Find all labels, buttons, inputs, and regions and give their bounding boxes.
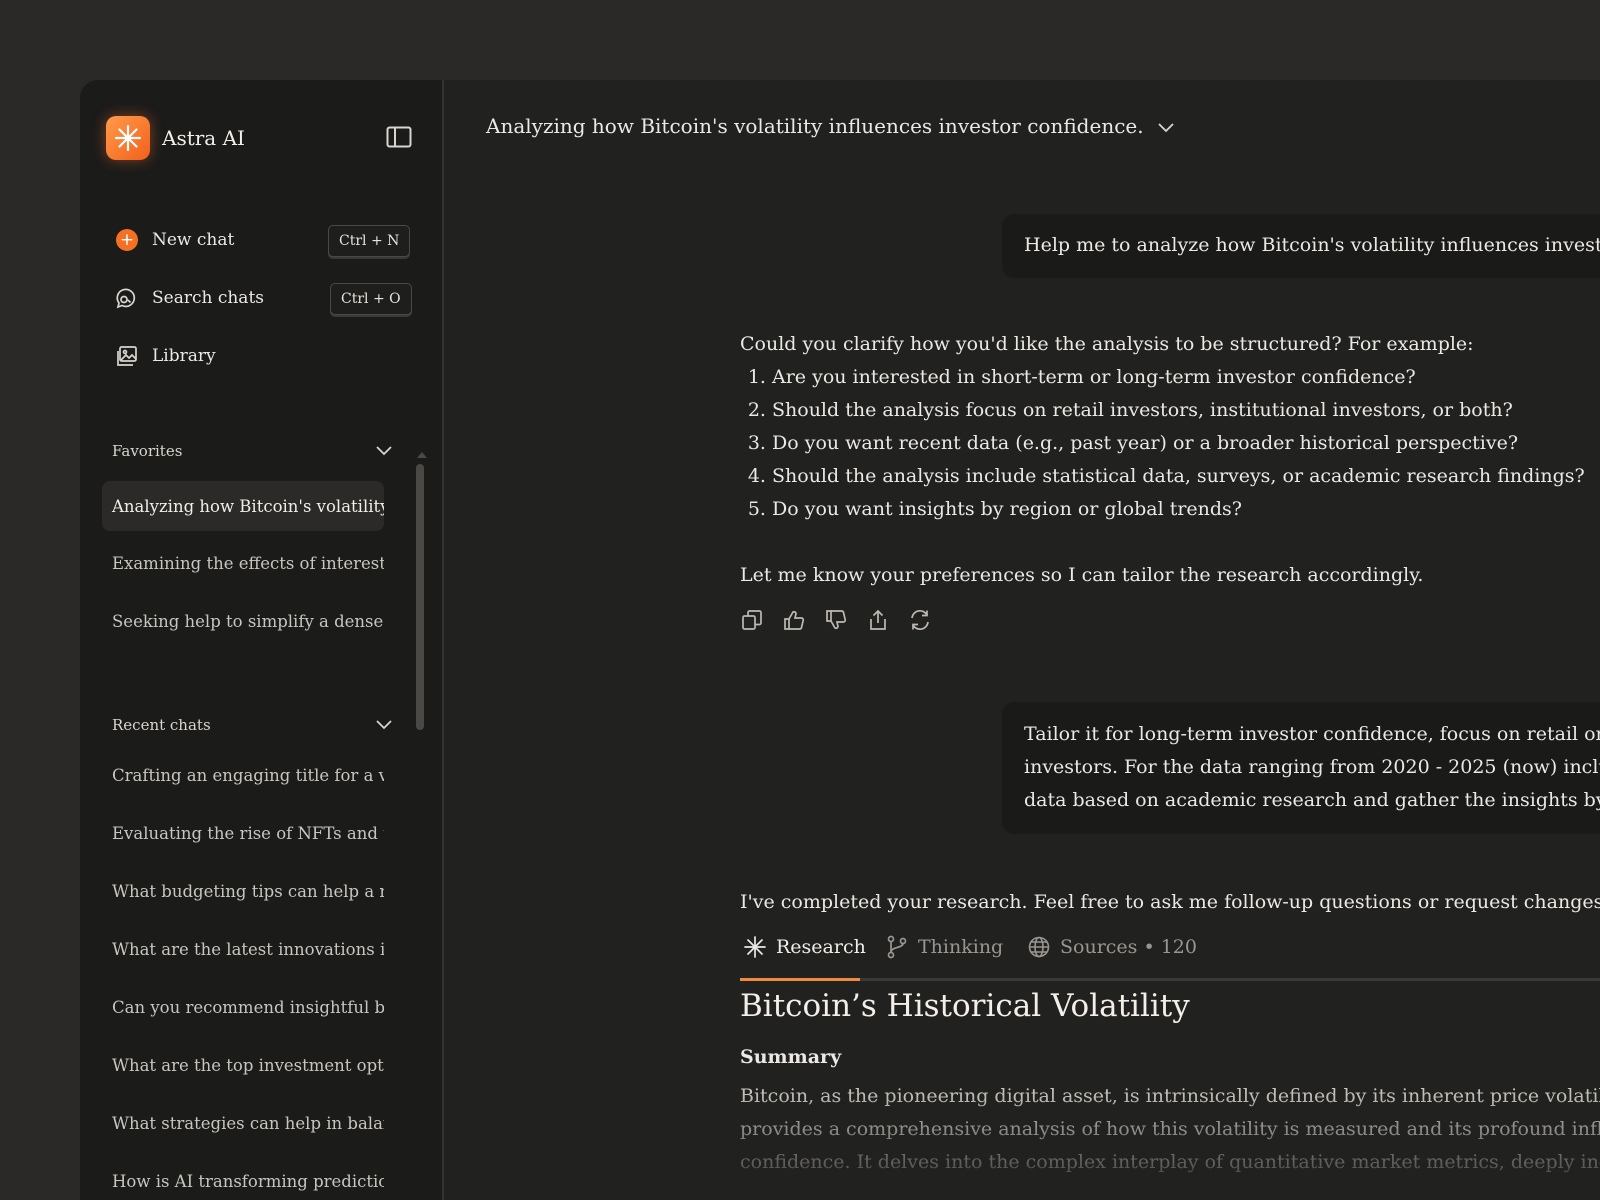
summary-line: Bitcoin, as the pioneering digital asset… bbox=[740, 1085, 1600, 1107]
copy-icon[interactable] bbox=[740, 608, 764, 632]
assistant-intro: Could you clarify how you'd like the ana… bbox=[740, 333, 1474, 355]
branch-icon bbox=[886, 935, 908, 959]
user-message-line: Tailor it for long-term investor confide… bbox=[1024, 723, 1600, 745]
brand[interactable]: Astra AI bbox=[106, 116, 245, 160]
sidebar-scrollbar[interactable] bbox=[416, 464, 424, 730]
list-item: Do you want recent data (e.g., past year… bbox=[772, 427, 1585, 460]
app-window: Astra AI + New chat Ctrl + N Search chat… bbox=[80, 80, 1600, 1200]
list-item: Should the analysis focus on retail inve… bbox=[772, 394, 1585, 427]
favorites-header[interactable]: Favorites bbox=[112, 442, 392, 460]
recent-chat-item[interactable]: Crafting an engaging title for a vis... bbox=[102, 750, 384, 800]
recent-chat-item[interactable]: How is AI transforming predictio... bbox=[102, 1156, 384, 1200]
search-chats-label: Search chats bbox=[152, 288, 265, 308]
conversation-title[interactable]: Analyzing how Bitcoin's volatility influ… bbox=[486, 114, 1174, 138]
sidebar: Astra AI + New chat Ctrl + N Search chat… bbox=[80, 80, 444, 1200]
user-message-text: Help me to analyze how Bitcoin's volatil… bbox=[1024, 234, 1600, 256]
recent-chat-item[interactable]: What are the top investment optio... bbox=[102, 1040, 384, 1090]
image-library-icon bbox=[114, 343, 140, 369]
list-item: Should the analysis include statistical … bbox=[772, 460, 1585, 493]
search-chats-shortcut: Ctrl + O bbox=[330, 283, 412, 315]
sparkle-icon bbox=[744, 936, 766, 958]
list-item: Do you want insights by region or global… bbox=[772, 493, 1585, 526]
response-tabs: Research Thinking Sources • 120 bbox=[740, 918, 1600, 981]
summary-line: confidence. It delves into the complex i… bbox=[740, 1151, 1600, 1173]
chevron-down-icon[interactable] bbox=[376, 442, 392, 460]
new-chat-shortcut: Ctrl + N bbox=[328, 225, 411, 257]
assistant-message: I've completed your research. Feel free … bbox=[740, 891, 1600, 913]
new-chat-label: New chat bbox=[152, 230, 235, 250]
favorite-chat-item[interactable]: Seeking help to simplify a dense a... bbox=[102, 596, 384, 646]
recent-chat-item[interactable]: What strategies can help in balan... bbox=[102, 1098, 384, 1148]
recent-chat-item[interactable]: Evaluating the rise of NFTs and th... bbox=[102, 808, 384, 858]
plus-circle-icon: + bbox=[114, 227, 140, 253]
chat-main: Analyzing how Bitcoin's volatility influ… bbox=[444, 80, 1600, 1200]
search-chats-button[interactable]: Search chats bbox=[114, 280, 264, 316]
thumbs-down-icon[interactable] bbox=[824, 608, 848, 632]
recent-chats-header[interactable]: Recent chats bbox=[112, 716, 392, 734]
recent-chat-item[interactable]: What budgeting tips can help a ne... bbox=[102, 866, 384, 916]
user-message: Tailor it for long-term investor confide… bbox=[1002, 702, 1600, 834]
favorite-chat-item[interactable]: Examining the effects of interest r... bbox=[102, 538, 384, 588]
summary-heading: Summary bbox=[740, 1046, 842, 1068]
tab-research[interactable]: Research bbox=[744, 918, 866, 976]
chevron-down-icon[interactable] bbox=[376, 716, 392, 734]
recent-chat-item[interactable]: Can you recommend insightful bo... bbox=[102, 982, 384, 1032]
chevron-down-icon[interactable] bbox=[1157, 114, 1174, 138]
tab-thinking[interactable]: Thinking bbox=[886, 918, 1003, 976]
summary-text: Bitcoin, as the pioneering digital asset… bbox=[740, 1080, 1600, 1179]
summary-line: provides a comprehensive analysis of how… bbox=[740, 1118, 1600, 1140]
tab-research-label: Research bbox=[776, 936, 866, 958]
recent-chat-item[interactable]: What are the latest innovations in... bbox=[102, 924, 384, 974]
message-actions bbox=[740, 608, 950, 632]
regenerate-icon[interactable] bbox=[908, 608, 932, 632]
library-label: Library bbox=[152, 346, 216, 366]
assistant-outro: Let me know your preferences so I can ta… bbox=[740, 564, 1424, 586]
app-name: Astra AI bbox=[162, 126, 245, 150]
thumbs-up-icon[interactable] bbox=[782, 608, 806, 632]
tab-sources-label: Sources • 120 bbox=[1060, 936, 1197, 958]
new-chat-button[interactable]: + New chat bbox=[114, 222, 234, 258]
tab-thinking-label: Thinking bbox=[918, 936, 1004, 958]
chat-search-icon bbox=[114, 285, 140, 311]
favorite-chat-item[interactable]: Analyzing how Bitcoin's volatility... bbox=[102, 481, 384, 531]
assistant-message: Could you clarify how you'd like the ana… bbox=[740, 328, 1585, 592]
user-message: Help me to analyze how Bitcoin's volatil… bbox=[1002, 214, 1600, 278]
active-tab-indicator bbox=[740, 978, 860, 981]
globe-icon bbox=[1028, 936, 1050, 958]
scroll-up-arrow[interactable] bbox=[417, 452, 427, 458]
user-message-line: data based on academic research and gath… bbox=[1024, 789, 1600, 811]
recent-chats-title: Recent chats bbox=[112, 716, 211, 734]
favorites-title: Favorites bbox=[112, 442, 183, 460]
list-item: Are you interested in short-term or long… bbox=[772, 361, 1585, 394]
user-message-line: investors. For the data ranging from 202… bbox=[1024, 756, 1600, 778]
clarifying-questions-list: Are you interested in short-term or long… bbox=[740, 361, 1585, 526]
report-title: Bitcoin’s Historical Volatility bbox=[740, 988, 1190, 1024]
share-icon[interactable] bbox=[866, 608, 890, 632]
tab-sources[interactable]: Sources • 120 bbox=[1028, 918, 1197, 976]
sidebar-toggle-icon[interactable] bbox=[386, 126, 412, 148]
conversation-title-text: Analyzing how Bitcoin's volatility influ… bbox=[486, 114, 1144, 138]
library-button[interactable]: Library bbox=[114, 338, 216, 374]
astra-logo-icon bbox=[106, 116, 150, 160]
